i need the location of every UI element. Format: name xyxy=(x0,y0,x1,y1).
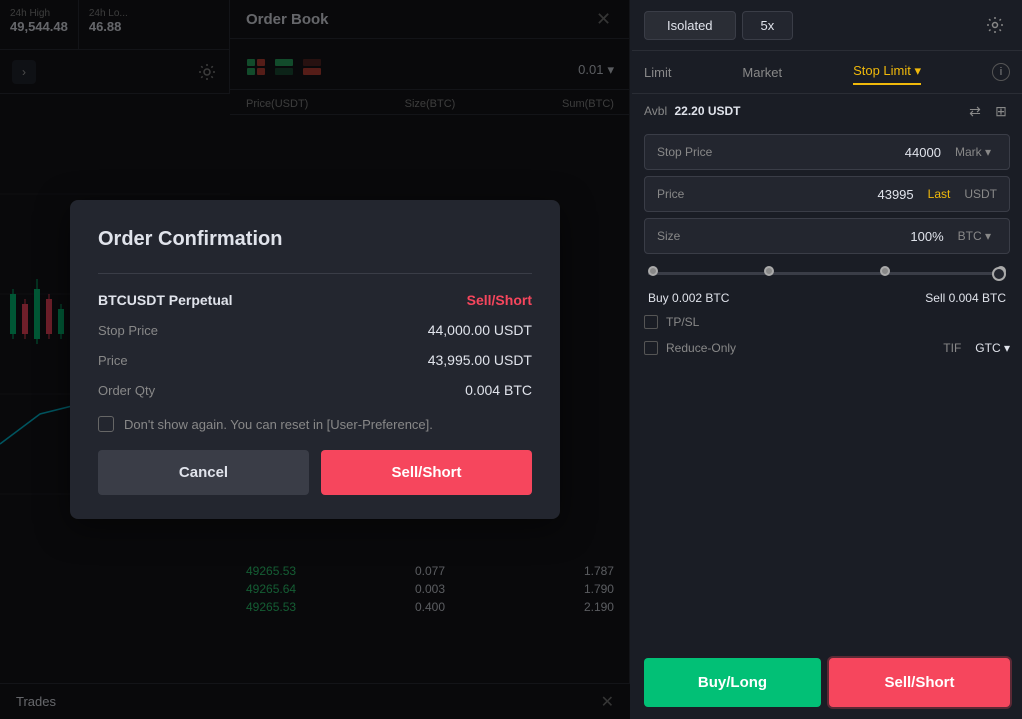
order-confirmation-modal: Order Confirmation BTCUSDT Perpetual Sel… xyxy=(70,200,560,519)
reduce-only-label: Reduce-Only xyxy=(666,341,736,355)
sell-short-btn[interactable]: Sell/Short xyxy=(829,658,1010,707)
rp-top-bar: Isolated 5x xyxy=(632,0,1022,51)
tpsl-row: TP/SL xyxy=(632,309,1022,335)
order-info-icon[interactable]: i xyxy=(992,63,1010,81)
modal-stop-price-row: Stop Price 44,000.00 USDT xyxy=(98,322,532,338)
size-value[interactable]: 100% xyxy=(910,229,943,244)
reduce-only-checkbox[interactable] xyxy=(644,341,658,355)
avbl-label: Avbl 22.20 USDT xyxy=(644,104,741,118)
tpsl-label: TP/SL xyxy=(666,315,699,329)
modal-qty-label: Order Qty xyxy=(98,383,155,398)
sell-btc-value: 0.004 BTC xyxy=(949,291,1006,305)
calculator-icon[interactable]: ⊞ xyxy=(992,102,1010,120)
price-right: 43995 Last USDT xyxy=(877,185,997,203)
modal-instrument-name: BTCUSDT Perpetual xyxy=(98,292,233,308)
modal-confirm-btn[interactable]: Sell/Short xyxy=(321,450,532,495)
modal-stop-price-value: 44,000.00 USDT xyxy=(428,322,532,338)
slider-ticks xyxy=(648,272,1006,276)
action-buttons: Buy/Long Sell/Short xyxy=(632,646,1022,719)
tab-stop-limit[interactable]: Stop Limit ▾ xyxy=(853,59,921,85)
reduce-only-row: Reduce-Only TIF GTC ▾ xyxy=(632,335,1022,361)
stop-price-right: 44000 Mark ▾ xyxy=(905,143,997,161)
tif-section: TIF GTC ▾ xyxy=(943,341,1010,355)
buy-btc-value: 0.002 BTC xyxy=(672,291,729,305)
buy-long-btn[interactable]: Buy/Long xyxy=(644,658,821,707)
avbl-row: Avbl 22.20 USDT ⇄ ⊞ xyxy=(632,94,1022,128)
price-value[interactable]: 43995 xyxy=(877,187,913,202)
modal-price-label: Price xyxy=(98,353,128,368)
margin-toggle: Isolated 5x xyxy=(644,11,793,40)
position-slider[interactable] xyxy=(632,260,1022,287)
size-unit[interactable]: BTC ▾ xyxy=(952,227,997,245)
slider-tick-25[interactable] xyxy=(764,266,774,276)
modal-title: Order Confirmation xyxy=(98,228,532,251)
stop-price-badge[interactable]: Mark ▾ xyxy=(949,143,997,161)
modal-dontshow-row: Don't show again. You can reset in [User… xyxy=(98,416,532,432)
stop-price-value[interactable]: 44000 xyxy=(905,145,941,160)
avbl-action-icons: ⇄ ⊞ xyxy=(966,102,1010,120)
price-input-row: Price 43995 Last USDT xyxy=(644,176,1010,212)
modal-cancel-btn[interactable]: Cancel xyxy=(98,450,309,495)
buy-sell-info: Buy 0.002 BTC Sell 0.004 BTC xyxy=(632,287,1022,309)
size-label: Size xyxy=(657,229,680,243)
tab-market[interactable]: Market xyxy=(742,61,782,84)
dontshow-label: Don't show again. You can reset in [User… xyxy=(124,417,433,432)
modal-qty-value: 0.004 BTC xyxy=(465,382,532,398)
modal-divider xyxy=(98,273,532,274)
isolated-btn[interactable]: Isolated xyxy=(644,11,736,40)
tif-value-btn[interactable]: GTC ▾ xyxy=(975,341,1010,355)
size-input-row: Size 100% BTC ▾ xyxy=(644,218,1010,254)
slider-tick-50[interactable] xyxy=(880,266,890,276)
modal-stop-price-label: Stop Price xyxy=(98,323,158,338)
modal-qty-row: Order Qty 0.004 BTC xyxy=(98,382,532,398)
order-type-tabs: Limit Market Stop Limit ▾ i xyxy=(632,51,1022,94)
leverage-btn[interactable]: 5x xyxy=(742,11,794,40)
slider-thumb[interactable] xyxy=(992,267,1006,281)
avbl-value: 22.20 USDT xyxy=(674,104,740,118)
tpsl-checkbox[interactable] xyxy=(644,315,658,329)
modal-side: Sell/Short xyxy=(467,292,532,308)
sell-info: Sell 0.004 BTC xyxy=(925,291,1006,305)
slider-tick-0[interactable] xyxy=(648,266,658,276)
size-right: 100% BTC ▾ xyxy=(910,227,997,245)
modal-buttons: Cancel Sell/Short xyxy=(98,450,532,495)
price-badge[interactable]: Last xyxy=(922,185,957,203)
price-unit: USDT xyxy=(964,187,997,201)
tab-limit[interactable]: Limit xyxy=(644,61,671,84)
buy-info: Buy 0.002 BTC xyxy=(648,291,729,305)
modal-price-row: Price 43,995.00 USDT xyxy=(98,352,532,368)
modal-price-value: 43,995.00 USDT xyxy=(428,352,532,368)
price-label: Price xyxy=(657,187,684,201)
modal-overlay: Order Confirmation BTCUSDT Perpetual Sel… xyxy=(0,0,630,719)
dontshow-checkbox[interactable] xyxy=(98,416,114,432)
stop-price-input-row: Stop Price 44000 Mark ▾ xyxy=(644,134,1010,170)
rp-settings-btn[interactable] xyxy=(980,10,1010,40)
tif-label: TIF xyxy=(943,341,961,355)
slider-track xyxy=(648,272,1006,275)
transfer-icon[interactable]: ⇄ xyxy=(966,102,984,120)
stop-price-label: Stop Price xyxy=(657,145,712,159)
right-panel: Isolated 5x Limit Market Stop Limit ▾ i … xyxy=(632,0,1022,719)
modal-instrument-row: BTCUSDT Perpetual Sell/Short xyxy=(98,292,532,308)
